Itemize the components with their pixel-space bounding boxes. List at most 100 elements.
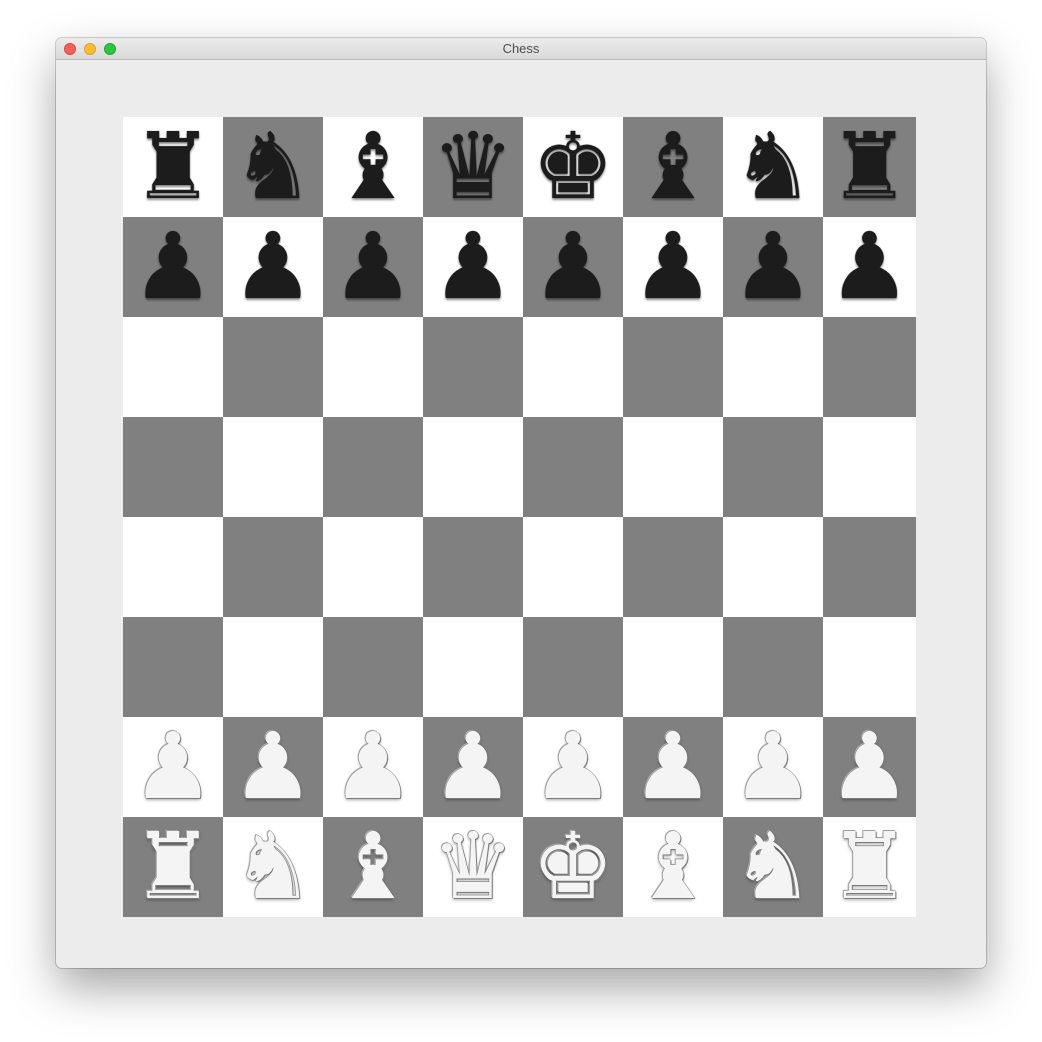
square-f1[interactable]: ♝ <box>623 817 723 917</box>
square-d2[interactable]: ♟ <box>423 717 523 817</box>
square-h7[interactable]: ♟ <box>823 217 916 317</box>
square-c1[interactable]: ♝ <box>323 817 423 917</box>
square-h8[interactable]: ♜ <box>823 117 916 217</box>
square-c8[interactable]: ♝ <box>323 117 423 217</box>
white-king-icon[interactable]: ♚ <box>532 821 614 913</box>
square-g6[interactable] <box>723 317 823 417</box>
white-rook-icon[interactable]: ♜ <box>132 821 214 913</box>
square-a2[interactable]: ♟ <box>123 717 223 817</box>
square-e4[interactable] <box>523 517 623 617</box>
square-g5[interactable] <box>723 417 823 517</box>
black-rook-icon[interactable]: ♜ <box>828 121 910 213</box>
square-e3[interactable] <box>523 617 623 717</box>
square-h2[interactable]: ♟ <box>823 717 916 817</box>
square-e5[interactable] <box>523 417 623 517</box>
black-knight-icon[interactable]: ♞ <box>732 121 814 213</box>
square-b4[interactable] <box>223 517 323 617</box>
black-rook-icon[interactable]: ♜ <box>132 121 214 213</box>
square-h4[interactable] <box>823 517 916 617</box>
square-c4[interactable] <box>323 517 423 617</box>
square-d3[interactable] <box>423 617 523 717</box>
square-g4[interactable] <box>723 517 823 617</box>
square-h6[interactable] <box>823 317 916 417</box>
square-a1[interactable]: ♜ <box>123 817 223 917</box>
square-e6[interactable] <box>523 317 623 417</box>
square-a5[interactable] <box>123 417 223 517</box>
square-f6[interactable] <box>623 317 723 417</box>
white-pawn-icon[interactable]: ♟ <box>632 721 714 813</box>
square-a6[interactable] <box>123 317 223 417</box>
white-knight-icon[interactable]: ♞ <box>732 821 814 913</box>
square-e1[interactable]: ♚ <box>523 817 623 917</box>
black-pawn-icon[interactable]: ♟ <box>332 221 414 313</box>
square-e2[interactable]: ♟ <box>523 717 623 817</box>
square-g7[interactable]: ♟ <box>723 217 823 317</box>
square-d6[interactable] <box>423 317 523 417</box>
square-d7[interactable]: ♟ <box>423 217 523 317</box>
white-pawn-icon[interactable]: ♟ <box>332 721 414 813</box>
square-b1[interactable]: ♞ <box>223 817 323 917</box>
black-pawn-icon[interactable]: ♟ <box>132 221 214 313</box>
window-title: Chess <box>502 41 540 56</box>
square-c6[interactable] <box>323 317 423 417</box>
square-f8[interactable]: ♝ <box>623 117 723 217</box>
black-pawn-icon[interactable]: ♟ <box>432 221 514 313</box>
square-h3[interactable] <box>823 617 916 717</box>
square-f3[interactable] <box>623 617 723 717</box>
white-bishop-icon[interactable]: ♝ <box>332 821 414 913</box>
square-f7[interactable]: ♟ <box>623 217 723 317</box>
square-a3[interactable] <box>123 617 223 717</box>
square-a4[interactable] <box>123 517 223 617</box>
square-b6[interactable] <box>223 317 323 417</box>
square-e7[interactable]: ♟ <box>523 217 623 317</box>
square-c2[interactable]: ♟ <box>323 717 423 817</box>
square-a8[interactable]: ♜ <box>123 117 223 217</box>
square-b3[interactable] <box>223 617 323 717</box>
square-a7[interactable]: ♟ <box>123 217 223 317</box>
black-pawn-icon[interactable]: ♟ <box>828 221 910 313</box>
white-knight-icon[interactable]: ♞ <box>232 821 314 913</box>
square-g3[interactable] <box>723 617 823 717</box>
black-king-icon[interactable]: ♚ <box>532 121 614 213</box>
square-g1[interactable]: ♞ <box>723 817 823 917</box>
white-pawn-icon[interactable]: ♟ <box>732 721 814 813</box>
white-rook-icon[interactable]: ♜ <box>828 821 910 913</box>
black-pawn-icon[interactable]: ♟ <box>732 221 814 313</box>
black-pawn-icon[interactable]: ♟ <box>232 221 314 313</box>
square-h1[interactable]: ♜ <box>823 817 916 917</box>
white-pawn-icon[interactable]: ♟ <box>132 721 214 813</box>
square-f2[interactable]: ♟ <box>623 717 723 817</box>
square-b2[interactable]: ♟ <box>223 717 323 817</box>
square-d5[interactable] <box>423 417 523 517</box>
square-g8[interactable]: ♞ <box>723 117 823 217</box>
white-pawn-icon[interactable]: ♟ <box>828 721 910 813</box>
square-d4[interactable] <box>423 517 523 617</box>
square-c3[interactable] <box>323 617 423 717</box>
title-bar[interactable]: Chess <box>56 38 986 60</box>
square-f4[interactable] <box>623 517 723 617</box>
square-b5[interactable] <box>223 417 323 517</box>
square-c7[interactable]: ♟ <box>323 217 423 317</box>
black-bishop-icon[interactable]: ♝ <box>632 121 714 213</box>
square-d1[interactable]: ♛ <box>423 817 523 917</box>
white-pawn-icon[interactable]: ♟ <box>232 721 314 813</box>
square-b8[interactable]: ♞ <box>223 117 323 217</box>
black-pawn-icon[interactable]: ♟ <box>632 221 714 313</box>
chess-board[interactable]: ♜ ♞ ♝ ♛ ♚ ♝ ♞ ♜ ♟ ♟ ♟ ♟ ♟ ♟ ♟ ♟ ♟ ♟ ♟ ♟ ♟ ♟ ♟ ♟ ♜ ♞ ♝ ♛ ♚ ♝ ♞ ♜ <box>123 117 916 917</box>
white-pawn-icon[interactable]: ♟ <box>432 721 514 813</box>
square-g2[interactable]: ♟ <box>723 717 823 817</box>
black-bishop-icon[interactable]: ♝ <box>332 121 414 213</box>
white-queen-icon[interactable]: ♛ <box>432 821 514 913</box>
square-e8[interactable]: ♚ <box>523 117 623 217</box>
white-bishop-icon[interactable]: ♝ <box>632 821 714 913</box>
black-knight-icon[interactable]: ♞ <box>232 121 314 213</box>
square-c5[interactable] <box>323 417 423 517</box>
square-b7[interactable]: ♟ <box>223 217 323 317</box>
chess-window: Chess ♜ ♞ ♝ ♛ ♚ ♝ ♞ ♜ ♟ ♟ ♟ ♟ ♟ ♟ ♟ ♟ ♟ ♟ ♟ ♟ ♟ ♟ ♟ ♟ ♜ ♞ ♝ ♛ ♚ ♝ ♞ ♜ <box>56 38 986 968</box>
square-d8[interactable]: ♛ <box>423 117 523 217</box>
square-f5[interactable] <box>623 417 723 517</box>
black-queen-icon[interactable]: ♛ <box>432 121 514 213</box>
white-pawn-icon[interactable]: ♟ <box>532 721 614 813</box>
square-h5[interactable] <box>823 417 916 517</box>
black-pawn-icon[interactable]: ♟ <box>532 221 614 313</box>
